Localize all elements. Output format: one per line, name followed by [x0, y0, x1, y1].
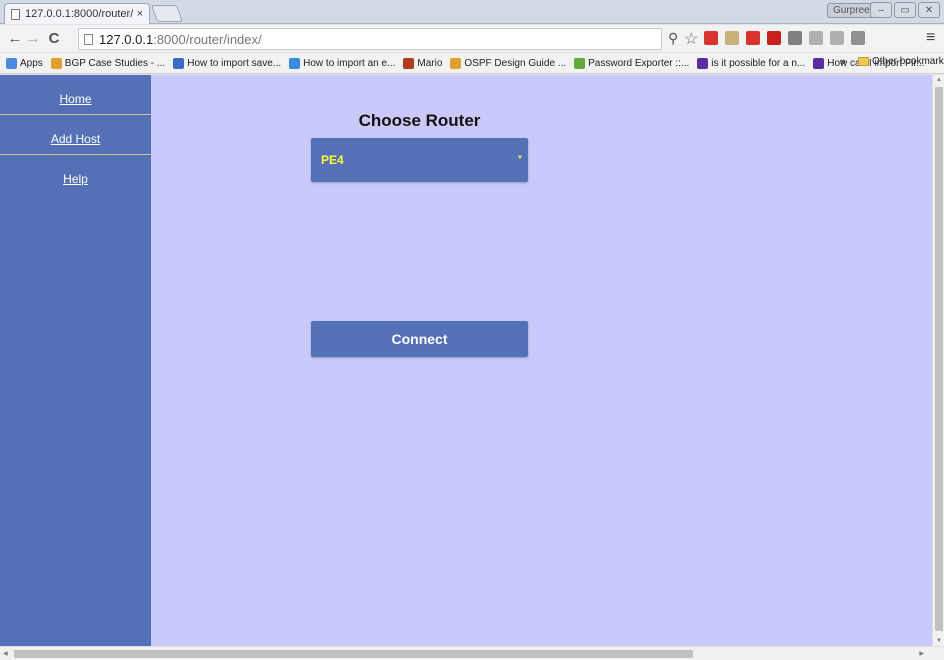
bookmark-label: How to import an e...	[303, 57, 396, 69]
adblock-icon[interactable]	[767, 31, 781, 45]
extension-icon[interactable]	[830, 31, 844, 45]
browser-toolbar: ← → C 127.0.0.1:8000/router/index/ ⚲ ☆ ≡	[0, 25, 944, 53]
url-text: 127.0.0.1:8000/router/index/	[99, 32, 262, 47]
connect-button[interactable]: Connect	[311, 321, 528, 357]
scroll-down-arrow-icon[interactable]: ▼	[936, 638, 942, 644]
bookmark-item[interactable]: How to import an e...	[289, 57, 396, 69]
horizontal-scroll-thumb[interactable]	[14, 650, 693, 658]
sidebar-item-add-host[interactable]: Add Host	[0, 115, 151, 155]
router-select[interactable]: PE4 ▼	[311, 138, 528, 182]
bookmark-favicon-icon	[450, 57, 462, 69]
bookmark-favicon-icon	[50, 57, 62, 69]
address-bar[interactable]: 127.0.0.1:8000/router/index/	[78, 28, 662, 50]
other-bookmarks[interactable]: Other bookmarks	[858, 56, 944, 67]
bookmarks-bar: Apps BGP Case Studies - ... How to impor…	[0, 53, 944, 74]
caret-down-icon: ▼	[517, 155, 523, 161]
forward-arrow-icon[interactable]: →	[24, 30, 42, 47]
sidebar-item-home[interactable]: Home	[0, 75, 151, 115]
extension-icon[interactable]	[809, 31, 823, 45]
bookmark-apps[interactable]: Apps	[6, 57, 43, 69]
close-icon[interactable]: ×	[137, 8, 143, 20]
page-title: Choose Router	[358, 111, 481, 130]
maximize-button[interactable]: ▭	[894, 2, 916, 18]
bookmarks-overflow-button[interactable]: »	[840, 56, 846, 68]
vertical-scroll-thumb[interactable]	[935, 87, 943, 631]
bookmark-label: OSPF Design Guide ...	[464, 57, 567, 69]
opera-icon[interactable]	[746, 31, 760, 45]
bookmark-item[interactable]: Mario	[403, 57, 443, 69]
page-icon	[84, 33, 93, 45]
scroll-up-arrow-icon[interactable]: ▲	[936, 77, 942, 83]
horizontal-scrollbar[interactable]: ◀ ▶	[0, 646, 944, 660]
sidebar-item-help[interactable]: Help	[0, 155, 151, 195]
extension-icons	[704, 31, 865, 45]
bookmark-label: BGP Case Studies - ...	[64, 57, 166, 69]
other-bookmarks-label: Other bookmarks	[872, 56, 944, 67]
url-path: :8000/router/index/	[153, 31, 262, 47]
bookmark-label: is it possible for a n...	[711, 57, 806, 69]
bookmark-label: Mario	[417, 57, 443, 69]
scroll-right-arrow-icon[interactable]: ▶	[919, 650, 924, 657]
window-controls: – ▭ ✕	[870, 2, 940, 18]
bookmark-item[interactable]: is it possible for a n...	[697, 57, 806, 69]
browser-tab[interactable]: 127.0.0.1:8000/router/inde ×	[4, 3, 150, 24]
new-tab-button[interactable]	[150, 5, 184, 22]
url-host: 127.0.0.1	[99, 31, 154, 47]
menu-icon[interactable]: ≡	[926, 29, 935, 47]
bookmark-star-icon[interactable]: ☆	[684, 29, 698, 49]
reload-icon[interactable]: C	[46, 30, 62, 47]
bookmark-favicon-icon	[403, 57, 415, 69]
page-icon	[11, 8, 20, 20]
bookmark-item[interactable]: OSPF Design Guide ...	[450, 57, 567, 69]
scroll-left-arrow-icon[interactable]: ◀	[3, 650, 8, 657]
router-select-value: PE4	[321, 153, 344, 167]
bookmark-label: Password Exporter ::...	[588, 57, 690, 69]
bookmark-favicon-icon	[574, 57, 586, 69]
bookmark-label: How to import save...	[187, 57, 282, 69]
folder-icon	[858, 57, 869, 66]
vertical-scrollbar[interactable]: ▲ ▼	[932, 75, 944, 646]
apps-grid-icon	[6, 57, 17, 69]
extension-icon[interactable]	[788, 31, 802, 45]
extension-icon[interactable]	[851, 31, 865, 45]
tab-strip: 127.0.0.1:8000/router/inde × Gurpreet – …	[0, 0, 944, 24]
extension-icon[interactable]	[725, 31, 739, 45]
tab-title: 127.0.0.1:8000/router/inde	[25, 8, 133, 20]
bookmark-favicon-icon	[813, 57, 825, 69]
bookmark-label: Apps	[20, 57, 43, 69]
bookmark-item[interactable]: How to import save...	[173, 57, 282, 69]
page-content: Home Add Host Help Choose Router PE4 ▼ C…	[0, 75, 932, 646]
close-window-button[interactable]: ✕	[918, 2, 940, 18]
zoom-icon[interactable]: ⚲	[668, 30, 678, 47]
bookmark-favicon-icon	[697, 57, 709, 69]
extension-icon[interactable]	[704, 31, 718, 45]
bookmark-favicon-icon	[173, 57, 185, 69]
sidebar: Home Add Host Help	[0, 75, 151, 646]
bookmark-favicon-icon	[289, 57, 301, 69]
back-arrow-icon[interactable]: ←	[6, 30, 24, 47]
minimize-button[interactable]: –	[870, 2, 892, 18]
bookmark-item[interactable]: BGP Case Studies - ...	[50, 57, 166, 69]
bookmark-item[interactable]: Password Exporter ::...	[574, 57, 690, 69]
